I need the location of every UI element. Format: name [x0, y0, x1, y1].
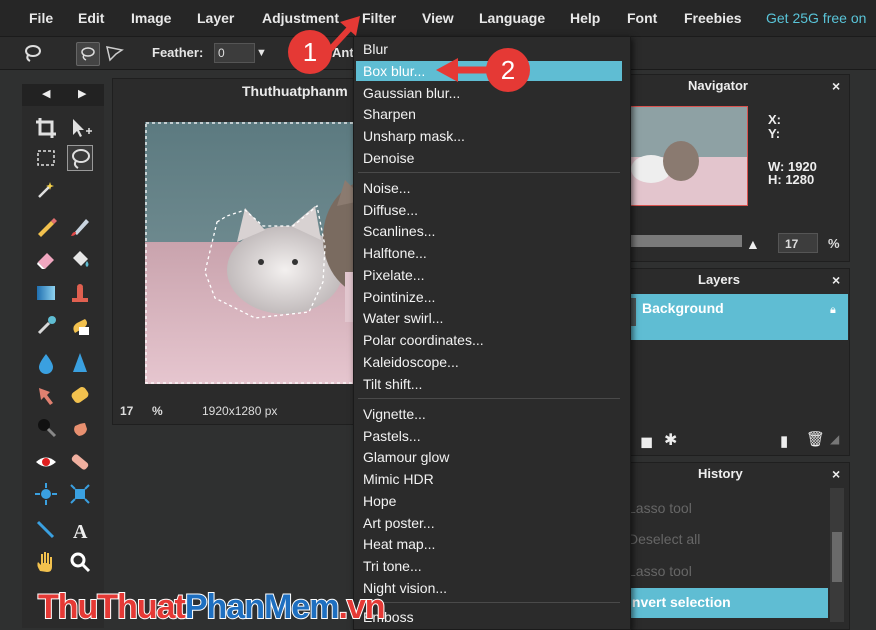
watermark-part1: ThuThuat: [37, 587, 187, 627]
watermark: ThuThuatPhanMem.vn: [37, 587, 387, 627]
watermark-part3: .vn: [337, 587, 386, 627]
callout-step-2: 2: [486, 48, 530, 92]
watermark-part2: PhanMem: [184, 587, 341, 627]
callout-arrows: [323, 16, 498, 82]
callout-step-1: 1: [288, 30, 332, 74]
